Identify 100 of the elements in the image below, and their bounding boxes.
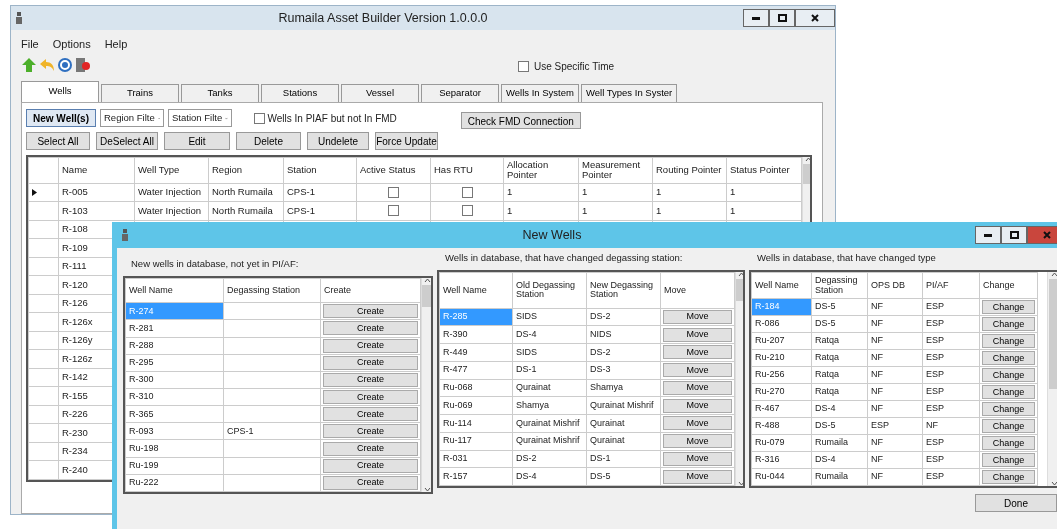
new-wells-button[interactable]: New Well(s) [26, 109, 96, 127]
row-action-button[interactable]: Move [663, 398, 732, 413]
row-action-button[interactable]: Move [663, 363, 732, 378]
maximize-button[interactable] [769, 9, 795, 27]
menu-item[interactable]: Help [104, 36, 128, 53]
row-action-button[interactable]: Create [323, 372, 418, 387]
row-action-button[interactable]: Change [982, 368, 1035, 382]
row-action-button[interactable]: Create [323, 424, 418, 439]
tab[interactable]: Stations [261, 83, 339, 102]
table-cell: Ratqa [811, 349, 868, 367]
row-action-button[interactable]: Change [982, 351, 1035, 365]
row-action-button[interactable]: Move [663, 380, 732, 395]
table-cell: 1 [652, 183, 727, 202]
toolbar-button[interactable]: DeSelect All [96, 131, 158, 150]
row-action-button[interactable]: Change [982, 470, 1035, 484]
checkbox[interactable] [388, 205, 399, 217]
table-cell: R-295 [125, 354, 224, 372]
help-icon[interactable] [57, 56, 73, 73]
column-header: Routing Pointer [652, 157, 727, 183]
table-cell: NIDS [586, 325, 661, 344]
row-action-button[interactable]: Move [663, 469, 732, 484]
table-cell: NF [867, 298, 923, 316]
exit-icon[interactable] [75, 56, 91, 73]
row-action-button[interactable]: Create [323, 338, 418, 353]
checkbox[interactable] [254, 112, 265, 124]
tab[interactable]: Wells In System [501, 83, 579, 102]
row-action-button[interactable]: Change [982, 436, 1035, 450]
row-action-button[interactable]: Create [323, 475, 418, 490]
minimize-button[interactable] [975, 226, 1001, 244]
row-action-button[interactable]: Create [323, 304, 418, 319]
row-action-button[interactable]: Create [323, 321, 418, 336]
dropdown-value: Station Filte [172, 110, 223, 125]
tab[interactable]: Trains [101, 83, 179, 102]
column-header: Measurement Pointer [578, 157, 653, 183]
column-header: Create [320, 278, 421, 303]
row-action-button[interactable]: Move [663, 327, 732, 342]
scrollbar[interactable] [421, 278, 431, 492]
minimize-button[interactable] [743, 9, 769, 27]
scrollbar-thumb[interactable] [1049, 279, 1057, 389]
table-cell: Ru-117 [439, 432, 513, 450]
checkbox[interactable] [461, 205, 473, 217]
row-action-button[interactable]: Create [323, 355, 418, 370]
table-cell: Ru-079 [751, 434, 812, 452]
row-action-button[interactable]: Change [982, 317, 1035, 331]
table-cell: R-031 [439, 450, 513, 468]
checkbox[interactable] [461, 186, 473, 198]
table-cell: Shamya [512, 396, 587, 415]
table-cell: Qurainat Mishrif [512, 414, 587, 433]
row-action-button[interactable]: Change [982, 453, 1035, 467]
row-action-button[interactable]: Change [982, 402, 1035, 416]
table-cell: 1 [726, 201, 802, 220]
column-header: Active Status [356, 157, 431, 183]
tab[interactable]: Separator [421, 83, 499, 102]
row-action-button[interactable]: Change [982, 334, 1035, 348]
row-action-button[interactable]: Move [663, 416, 732, 431]
minimize-icon [752, 16, 760, 20]
filter-dropdown[interactable]: Region Filte [100, 109, 164, 127]
toolbar-button[interactable]: Edit [164, 131, 230, 150]
toolbar-button[interactable]: Delete [236, 131, 301, 150]
row-action-button[interactable]: Change [982, 300, 1035, 314]
row-action-button[interactable]: Create [323, 390, 418, 405]
row-action-button[interactable]: Change [982, 385, 1035, 399]
done-button[interactable]: Done [975, 494, 1057, 512]
tab[interactable]: Tanks [181, 83, 259, 102]
checkbox[interactable] [388, 186, 399, 198]
menu-item[interactable]: Options [52, 36, 91, 53]
column-header: Well Name [751, 272, 812, 299]
row-action-button[interactable]: Move [663, 345, 732, 360]
row-action-button[interactable]: Move [663, 309, 732, 324]
toolbar-button[interactable]: Undelete [307, 131, 369, 150]
filter-dropdown[interactable]: Station Filte [168, 109, 232, 127]
scrollbar-thumb[interactable] [422, 285, 431, 307]
toolbar-button[interactable]: Force Update [375, 131, 438, 150]
row-action-button[interactable]: Create [323, 407, 418, 422]
table-cell: ESP [922, 298, 980, 316]
table-cell: R-310 [125, 388, 224, 406]
toolbar-button[interactable]: Select All [26, 131, 90, 150]
tab[interactable]: Wells [21, 80, 99, 102]
table-cell: Ru-210 [751, 349, 812, 367]
check-fmd-button[interactable]: Check FMD Connection [460, 111, 581, 129]
row-action-button[interactable]: Create [323, 458, 418, 473]
row-action-button[interactable]: Create [323, 441, 418, 456]
table-cell: ESP [922, 451, 980, 469]
column-header: Station [283, 157, 357, 183]
table-cell: Ratqa [811, 383, 868, 401]
table-cell: Ru-256 [751, 366, 812, 384]
arrow-up-icon[interactable] [21, 56, 37, 73]
row-action-button[interactable]: Move [663, 451, 732, 466]
checkbox[interactable] [518, 61, 529, 72]
tab[interactable]: Vessel [341, 83, 419, 102]
tab[interactable]: Well Types In Syster [581, 83, 678, 102]
column-header: Name [58, 157, 135, 183]
maximize-button[interactable] [1001, 226, 1027, 244]
row-action-button[interactable]: Change [982, 419, 1035, 433]
table-cell: R-288 [125, 337, 224, 355]
scrollbar[interactable] [1047, 272, 1057, 486]
table-cell: Qurainat [586, 414, 661, 433]
row-action-button[interactable]: Move [663, 434, 732, 449]
menu-item[interactable]: File [21, 36, 39, 53]
close-button[interactable] [795, 9, 835, 27]
